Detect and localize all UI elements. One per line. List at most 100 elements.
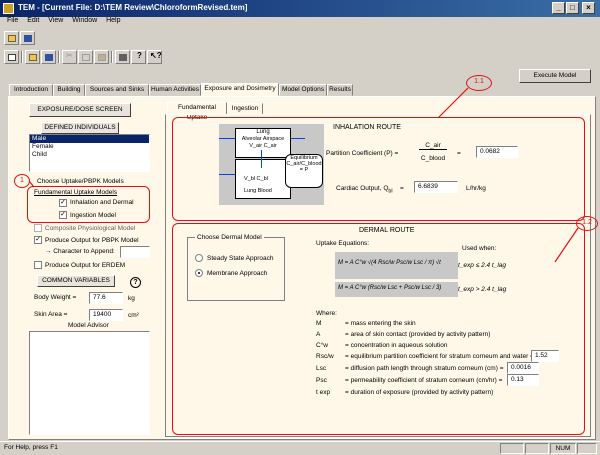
produce-pbpk-checkbox[interactable]: ✓ bbox=[34, 236, 42, 244]
where-label: Where: bbox=[316, 310, 337, 317]
tab-human-activities[interactable]: Human Activities bbox=[149, 84, 201, 96]
callout-1-1: 1.1 bbox=[466, 75, 492, 91]
tab-exposure-dosimetry[interactable]: Exposure and Dosimetry bbox=[201, 83, 279, 96]
equilibrium-formula: C_air/C_blood = P bbox=[286, 161, 322, 173]
equation2-condition: t_exp > 2.4 t_lag bbox=[458, 286, 507, 293]
num-lock-indicator: NUM bbox=[550, 443, 576, 454]
cair-label: C_air bbox=[419, 142, 447, 150]
status-panel bbox=[577, 443, 597, 454]
def-description: = permeability coefficient of stratum co… bbox=[345, 377, 503, 384]
close-button[interactable]: × bbox=[582, 2, 595, 14]
composite-checkbox[interactable] bbox=[34, 224, 42, 232]
tab-introduction[interactable]: Introduction bbox=[9, 84, 53, 96]
lsc-input[interactable]: 0.0016 bbox=[507, 362, 539, 374]
equation1: M = A C°w √(4 Rsc/w Psc/w Lsc / π) √t bbox=[338, 260, 441, 266]
body-weight-label: Body Weight = bbox=[34, 294, 77, 301]
menu-file[interactable]: File bbox=[7, 17, 18, 24]
partition-coefficient-input[interactable]: 0.0682 bbox=[476, 146, 518, 158]
cardiac-output-input[interactable]: 6.6839 bbox=[414, 181, 458, 193]
cut-button[interactable]: ✂ bbox=[62, 50, 77, 64]
disk-icon bbox=[24, 35, 32, 42]
membrane-label: Membrane Approach bbox=[207, 270, 268, 277]
produce-pbpk-label: Produce Output for PBPK Model bbox=[45, 237, 139, 244]
def-description: = duration of exposure (provided by acti… bbox=[345, 389, 494, 396]
about-button[interactable]: ? bbox=[131, 50, 146, 64]
menu-edit[interactable]: Edit bbox=[27, 17, 39, 24]
copy-button[interactable] bbox=[78, 50, 93, 64]
used-when-label: Used when: bbox=[462, 245, 497, 252]
exchange-arrow-icon bbox=[261, 150, 262, 168]
model-advisor-box[interactable] bbox=[29, 331, 150, 435]
printer-icon bbox=[119, 54, 127, 61]
print-button[interactable] bbox=[115, 50, 130, 64]
app-icon bbox=[3, 3, 14, 14]
help-circle-icon[interactable]: ? bbox=[130, 277, 141, 288]
rscw-input[interactable]: 1.52 bbox=[531, 350, 559, 362]
steady-state-label: Steady State Approach bbox=[207, 255, 274, 262]
help-pointer-icon: ↖? bbox=[150, 51, 162, 60]
def-description: = concentration in aqueous solution bbox=[345, 342, 448, 349]
new-button[interactable] bbox=[4, 50, 19, 64]
paste-icon bbox=[98, 54, 106, 61]
def-symbol: M bbox=[316, 320, 322, 327]
tab-sources-sinks[interactable]: Sources and Sinks bbox=[85, 84, 149, 96]
tab-building[interactable]: Building bbox=[53, 84, 85, 96]
open-button[interactable] bbox=[25, 50, 40, 64]
produce-erdem-checkbox[interactable] bbox=[34, 261, 42, 269]
steady-state-radio[interactable] bbox=[195, 254, 203, 262]
def-description: = diffusion path length through stratum … bbox=[345, 365, 504, 372]
status-panel bbox=[525, 443, 549, 454]
def-symbol: Psc bbox=[316, 377, 327, 384]
skin-area-unit: cm² bbox=[128, 312, 139, 319]
blood-box: V_bl C_bl Lung Blood bbox=[235, 159, 291, 199]
list-item[interactable]: Male bbox=[30, 135, 149, 143]
partition-label: Partition Coefficient (P) = bbox=[326, 150, 399, 157]
tab-model-options[interactable]: Model Options bbox=[279, 84, 327, 96]
individuals-list[interactable]: Male Female Child bbox=[29, 134, 150, 172]
psc-input[interactable]: 0.13 bbox=[507, 374, 539, 386]
save-toolbar-button[interactable] bbox=[41, 50, 56, 64]
def-symbol: A bbox=[316, 331, 321, 338]
uptake-equations-label: Uptake Equations: bbox=[316, 240, 370, 247]
body-weight-input[interactable]: 77.6 bbox=[89, 292, 123, 304]
save-icon bbox=[45, 54, 53, 61]
cardiac-output-label: Cardiac Output, Qbl bbox=[336, 185, 393, 195]
equation2-box: M = A C°w (Rsc/w Lsc + Psc/w Lsc / 3) bbox=[335, 282, 458, 297]
def-description: = mass entering the skin bbox=[345, 320, 416, 327]
membrane-radio[interactable] bbox=[195, 269, 203, 277]
uptake-models-highlight bbox=[27, 186, 150, 223]
skin-area-label: Skin Area = bbox=[34, 311, 68, 318]
status-panel bbox=[500, 443, 524, 454]
blood-volume-label: V_bl C_bl bbox=[244, 176, 268, 182]
lung-label: Lung bbox=[256, 129, 270, 135]
question-icon: ? bbox=[137, 51, 142, 60]
list-item[interactable]: Female bbox=[30, 143, 149, 151]
body-weight-unit: kg bbox=[128, 295, 135, 302]
open-folder-button[interactable] bbox=[4, 31, 19, 45]
menu-view[interactable]: View bbox=[48, 17, 63, 24]
save-button[interactable] bbox=[20, 31, 35, 45]
equation1-box: M = A C°w √(4 Rsc/w Psc/w Lsc / π) √t bbox=[335, 252, 458, 279]
minimize-button[interactable]: _ bbox=[552, 2, 565, 14]
equation2: M = A C°w (Rsc/w Lsc + Psc/w Lsc / 3) bbox=[338, 285, 442, 291]
context-help-button[interactable]: ↖? bbox=[147, 50, 162, 64]
execute-model-button[interactable]: Execute Model bbox=[519, 69, 591, 83]
outflow-arrow-icon bbox=[291, 138, 305, 139]
status-text: For Help, press F1 bbox=[4, 444, 58, 451]
cblood-label: C_blood bbox=[420, 155, 446, 162]
paste-button[interactable] bbox=[94, 50, 109, 64]
status-bar: For Help, press F1 NUM bbox=[0, 441, 600, 455]
tab-results[interactable]: Results bbox=[327, 84, 353, 96]
skin-area-input[interactable]: 19400 bbox=[89, 309, 123, 321]
menu-help[interactable]: Help bbox=[106, 17, 120, 24]
list-item[interactable]: Child bbox=[30, 151, 149, 159]
choose-dermal-label: Choose Dermal Model bbox=[195, 234, 264, 241]
choose-uptake-label: Choose Uptake/PBPK Models bbox=[37, 178, 124, 185]
maximize-button[interactable]: □ bbox=[566, 2, 579, 14]
alveolar-box: Lung Alveolar Airspace V_air C_air bbox=[235, 128, 291, 158]
def-symbol: C°w bbox=[316, 342, 328, 349]
menu-window[interactable]: Window bbox=[72, 17, 97, 24]
character-append-input[interactable] bbox=[120, 246, 150, 258]
menu-bar: File Edit View Window Help bbox=[0, 17, 600, 28]
def-symbol: Rsc/w bbox=[316, 353, 334, 360]
